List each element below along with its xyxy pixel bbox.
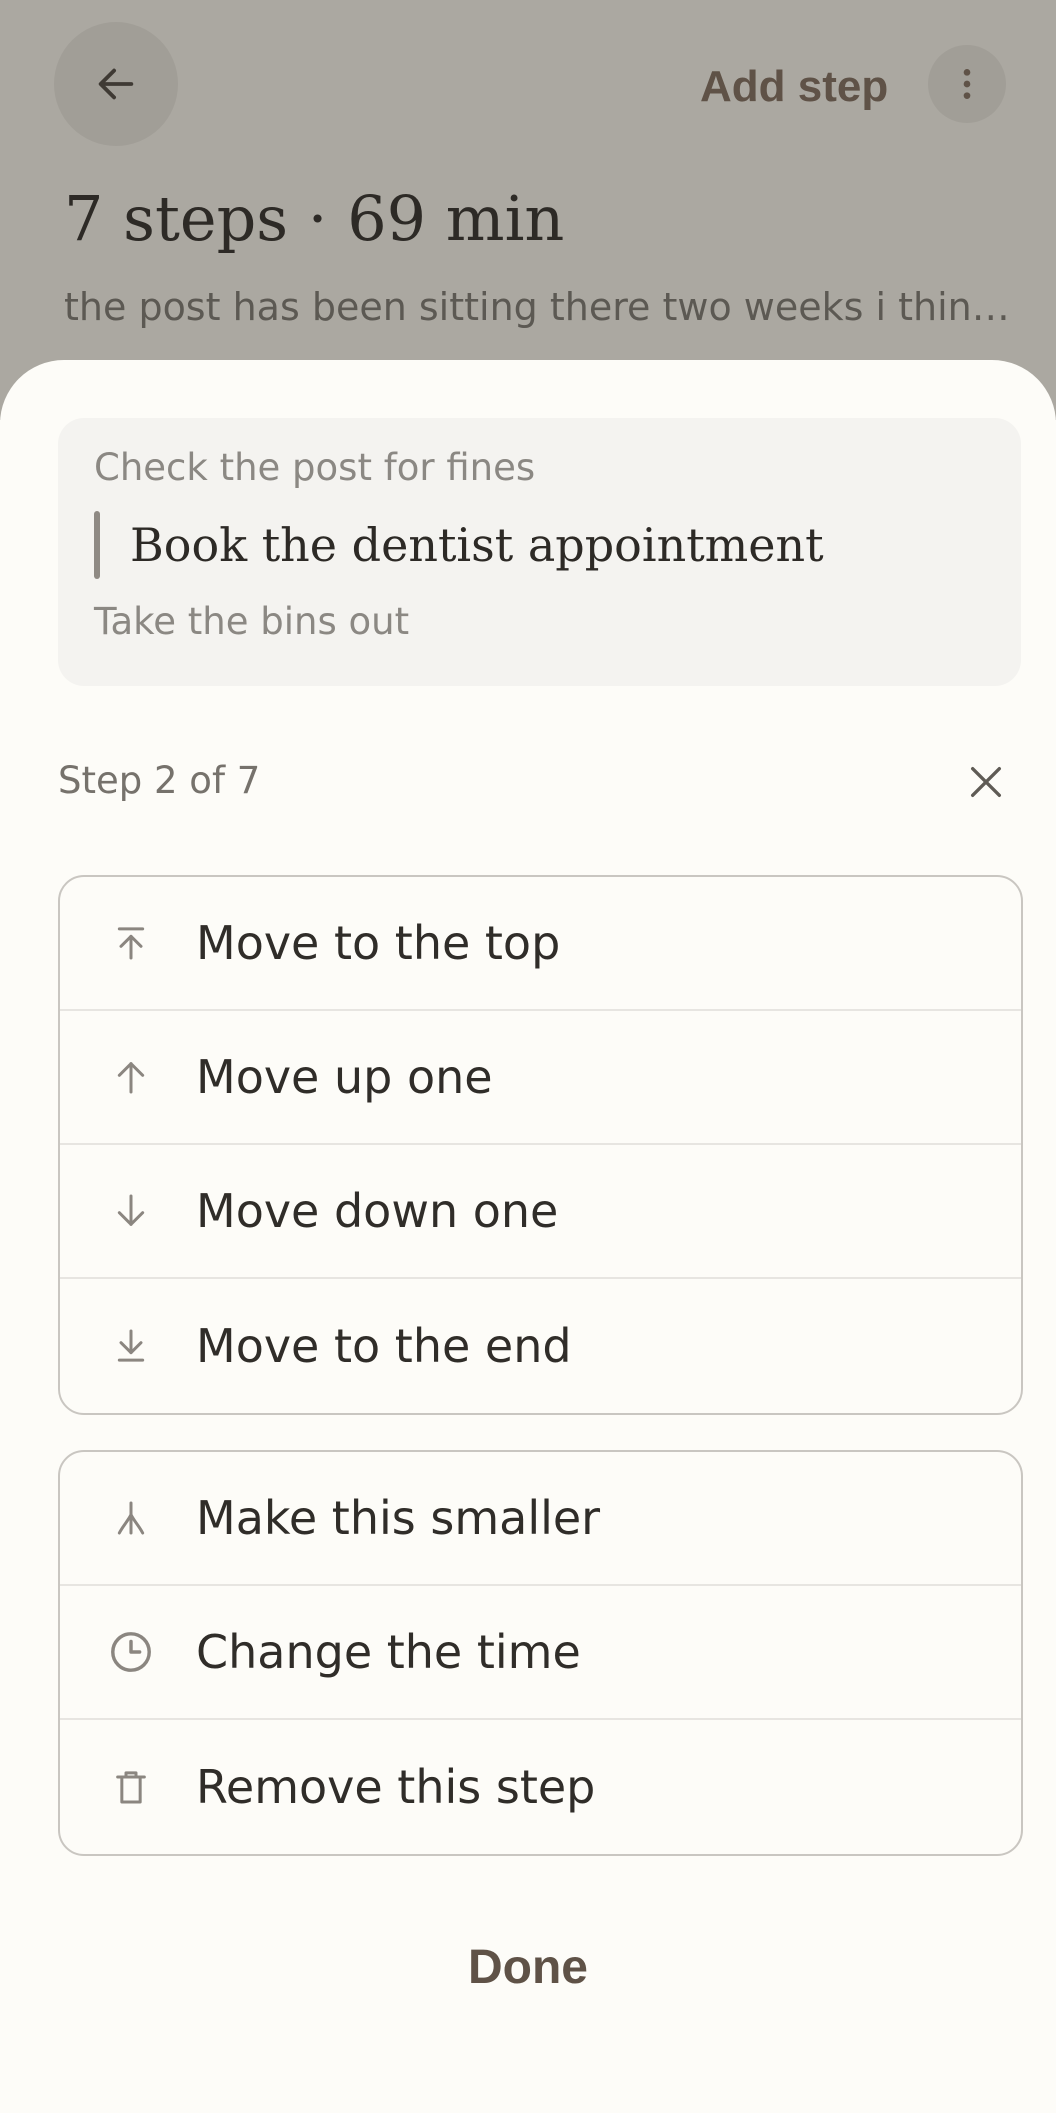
trash-icon xyxy=(106,1762,156,1812)
arrow-to-bottom-icon xyxy=(106,1321,156,1371)
move-actions-group: Move to the top Move up one Move down on… xyxy=(58,875,1023,1415)
make-smaller-label: Make this smaller xyxy=(196,1491,601,1545)
done-button[interactable]: Done xyxy=(378,1922,678,2012)
change-time-label: Change the time xyxy=(196,1625,581,1679)
move-up-one-button[interactable]: Move up one xyxy=(60,1011,1021,1145)
make-smaller-button[interactable]: Make this smaller xyxy=(60,1452,1021,1586)
more-vertical-icon xyxy=(963,69,971,99)
move-to-end-button[interactable]: Move to the end xyxy=(60,1279,1021,1413)
current-step-indicator xyxy=(94,511,100,579)
current-step-label: Book the dentist appointment xyxy=(130,518,824,572)
clock-icon xyxy=(106,1627,156,1677)
edit-actions-group: Make this smaller Change the time Remove… xyxy=(58,1450,1023,1856)
close-button[interactable] xyxy=(956,752,1016,812)
step-actions-sheet: Check the post for fines Book the dentis… xyxy=(0,360,1056,2113)
split-icon xyxy=(106,1493,156,1543)
step-preview: Check the post for fines Book the dentis… xyxy=(58,418,1021,686)
arrow-left-icon xyxy=(98,68,134,100)
add-step-button[interactable]: Add step xyxy=(700,60,888,114)
move-to-top-button[interactable]: Move to the top xyxy=(60,877,1021,1011)
remove-step-button[interactable]: Remove this step xyxy=(60,1720,1021,1854)
plan-title: 7 steps · 69 min xyxy=(64,182,565,255)
plan-description: the post has been sitting there two week… xyxy=(64,285,1024,329)
step-position: Step 2 of 7 xyxy=(58,759,261,802)
background-screen: Add step 7 steps · 69 min the post has b… xyxy=(0,0,1056,420)
arrow-down-icon xyxy=(106,1186,156,1236)
move-to-end-label: Move to the end xyxy=(196,1319,572,1373)
arrow-to-top-icon xyxy=(106,918,156,968)
close-icon xyxy=(971,767,1001,797)
next-step-label: Take the bins out xyxy=(94,600,410,643)
change-time-button[interactable]: Change the time xyxy=(60,1586,1021,1720)
previous-step-label: Check the post for fines xyxy=(94,446,536,489)
arrow-up-icon xyxy=(106,1052,156,1102)
current-step: Book the dentist appointment xyxy=(94,510,824,580)
move-down-one-button[interactable]: Move down one xyxy=(60,1145,1021,1279)
move-up-one-label: Move up one xyxy=(196,1050,493,1104)
back-button[interactable] xyxy=(54,22,178,146)
more-options-button[interactable] xyxy=(928,45,1006,123)
remove-step-label: Remove this step xyxy=(196,1760,596,1814)
move-to-top-label: Move to the top xyxy=(196,916,561,970)
move-down-one-label: Move down one xyxy=(196,1184,559,1238)
